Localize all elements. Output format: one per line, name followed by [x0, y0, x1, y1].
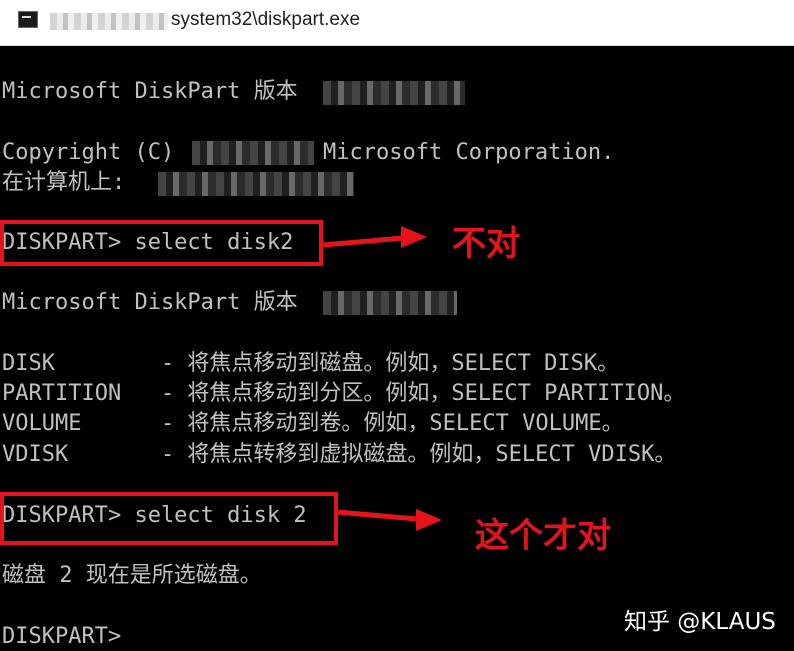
- blurred-computer: [158, 172, 354, 196]
- blurred-path: [50, 13, 168, 30]
- label-wrong: 不对: [452, 224, 520, 264]
- copyright-line: Copyright (C): [2, 140, 175, 165]
- version-line: Microsoft DiskPart 版本: [2, 79, 298, 104]
- window-title: system32\diskpart.exe: [171, 9, 361, 30]
- help-line: DISK - 将焦点移动到磁盘。例如，SELECT DISK。: [2, 351, 620, 376]
- computer-line: 在计算机上:: [2, 170, 126, 195]
- prompt-line: DISKPART>: [2, 624, 122, 649]
- highlight-box-correct: [0, 492, 338, 545]
- version-line-2: Microsoft DiskPart 版本: [2, 290, 298, 315]
- blurred-version: [323, 81, 465, 105]
- title-bar: system32\diskpart.exe: [0, 0, 794, 46]
- blurred-version-2: [323, 291, 457, 315]
- help-line: PARTITION - 将焦点移动到分区。例如，SELECT PARTITION…: [2, 381, 686, 406]
- result-line: 磁盘 2 现在是所选磁盘。: [2, 563, 262, 588]
- blurred-years: [192, 141, 314, 165]
- help-line: VDISK - 将焦点转移到虚拟磁盘。例如，SELECT VDISK。: [2, 442, 677, 467]
- label-correct: 这个才对: [475, 516, 611, 556]
- console-icon: [18, 11, 38, 28]
- highlight-box-wrong: [0, 220, 323, 266]
- copyright-owner: Microsoft Corporation.: [323, 140, 615, 165]
- console-output[interactable]: Microsoft DiskPart 版本 Copyright (C) Micr…: [0, 46, 794, 651]
- arrowhead-wrong: [401, 226, 427, 248]
- arrowhead-correct: [416, 509, 442, 531]
- watermark: 知乎 @KLAUS: [624, 609, 776, 635]
- help-line: VOLUME - 将焦点移动到卷。例如，SELECT VOLUME。: [2, 411, 624, 436]
